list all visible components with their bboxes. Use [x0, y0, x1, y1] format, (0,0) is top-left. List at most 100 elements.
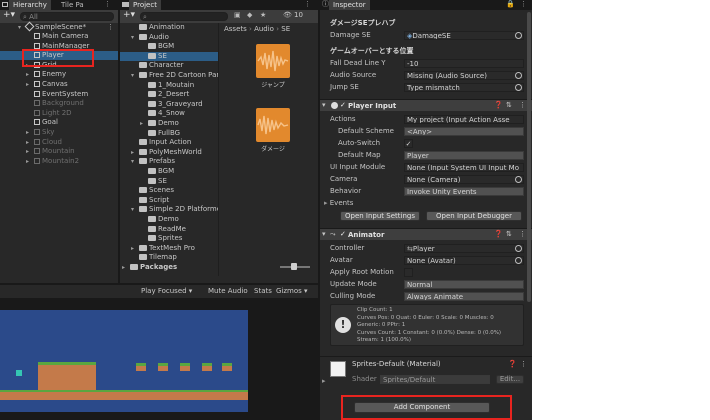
folder-item[interactable]: BGM — [120, 42, 218, 51]
help-icon[interactable]: ❓ — [494, 101, 503, 110]
player-input-header[interactable]: ▾ ✓ Player Input ❓ ⇅ ⋮ — [320, 99, 532, 111]
scene-row[interactable]: ▾ SampleScene* ⋮ — [0, 21, 118, 32]
update-mode-dropdown[interactable]: Normal — [404, 280, 524, 289]
add-icon[interactable]: +▾ — [123, 11, 135, 20]
hierarchy-item[interactable]: ▸ Mountain2 — [0, 157, 118, 166]
folder-item[interactable]: SE — [120, 177, 218, 186]
shader-dropdown[interactable]: Sprites/Default — [380, 375, 490, 384]
tab-hierarchy[interactable]: Hierarchy — [9, 0, 51, 10]
animator-header[interactable]: ▾ ⤳ ✓ Animator ❓ ⇅ ⋮ — [320, 228, 532, 240]
component-menu-icon[interactable]: ⋮ — [519, 230, 526, 239]
folder-item[interactable]: FullBG — [120, 129, 218, 138]
zoom-slider-handle[interactable] — [291, 263, 297, 270]
expand-arrow-icon[interactable]: ▸ — [131, 148, 139, 157]
folder-item[interactable]: Scenes — [120, 186, 218, 195]
tab-tile-palette[interactable]: Tile Pa — [57, 0, 88, 10]
help-icon[interactable]: ❓ — [494, 230, 503, 239]
add-icon[interactable]: +▾ — [3, 11, 15, 20]
hierarchy-item[interactable]: ▸ Canvas — [0, 80, 118, 89]
folder-item[interactable]: 3_Graveyard — [120, 100, 218, 109]
component-menu-icon[interactable]: ⋮ — [520, 360, 527, 369]
folder-item[interactable]: Script — [120, 196, 218, 205]
object-picker-icon[interactable] — [515, 245, 522, 252]
folder-item[interactable]: ReadMe — [120, 225, 218, 234]
stats-toggle[interactable]: Stats — [254, 287, 272, 296]
folder-item[interactable]: ▸ TextMesh Pro — [120, 244, 218, 253]
ui-input-module-field[interactable]: None (Input System UI Input Mo — [404, 163, 524, 172]
folder-item[interactable]: 2_Desert — [120, 90, 218, 99]
expand-arrow-icon[interactable]: ▾ — [131, 205, 139, 214]
tab-project[interactable]: Project — [129, 0, 161, 10]
object-picker-icon[interactable] — [515, 257, 522, 264]
lock-icon[interactable]: 🔒 — [506, 0, 515, 9]
play-focused-dropdown[interactable]: Play Focused ▾ — [141, 287, 192, 296]
hierarchy-item[interactable]: ▸ Cloud — [0, 138, 118, 147]
breadcrumb-assets[interactable]: Assets — [224, 25, 247, 33]
expand-arrow-icon[interactable]: ▸ — [26, 80, 34, 89]
tab-menu-icon[interactable]: ⋮ — [520, 0, 527, 9]
auto-switch-checkbox[interactable]: ✓ — [404, 139, 413, 148]
folder-item[interactable]: Input Action — [120, 138, 218, 147]
filter-type-icon[interactable]: ▣ — [234, 11, 241, 20]
scene-menu-icon[interactable]: ⋮ — [107, 23, 114, 32]
folder-item[interactable]: ▸ PolyMeshWorld — [120, 148, 218, 157]
inspector-scrollbar[interactable] — [527, 12, 531, 302]
expand-arrow-icon[interactable]: ▸ — [26, 128, 34, 137]
hierarchy-item[interactable]: Goal — [0, 118, 118, 127]
enabled-checkbox[interactable]: ✓ — [340, 230, 346, 239]
folder-item[interactable]: Sprites — [120, 234, 218, 243]
object-picker-icon[interactable] — [515, 84, 522, 91]
tab-menu-icon[interactable]: ⋮ — [304, 0, 311, 9]
object-picker-icon[interactable] — [515, 32, 522, 39]
folder-item[interactable]: SE — [120, 51, 218, 61]
folder-item[interactable]: ▸ Demo — [120, 119, 218, 128]
filter-label-icon[interactable]: ◆ — [247, 11, 252, 20]
expand-arrow-icon[interactable]: ▾ — [131, 71, 139, 80]
folder-item[interactable]: ▾ Prefabs — [120, 157, 218, 166]
folder-item[interactable]: ▸ Packages — [120, 263, 218, 272]
audio-source-field[interactable]: Missing (Audio Source) — [404, 71, 524, 80]
preset-icon[interactable]: ⇅ — [506, 101, 512, 110]
hierarchy-item[interactable]: EventSystem — [0, 90, 118, 99]
behavior-dropdown[interactable]: Invoke Unity Events — [404, 187, 524, 196]
folder-item[interactable]: Animation — [120, 23, 218, 32]
fall-dead-line-input[interactable]: -10 — [404, 59, 524, 68]
gizmos-toggle[interactable]: Gizmos ▾ — [276, 287, 308, 296]
help-icon[interactable]: ❓ — [508, 360, 517, 369]
folder-item[interactable]: ▾ Audio — [120, 33, 218, 42]
project-search-input[interactable]: ⌕ — [140, 12, 228, 21]
game-view[interactable] — [0, 310, 248, 412]
default-map-dropdown[interactable]: Player — [404, 151, 524, 160]
audio-asset-damage[interactable]: ダメージ — [254, 108, 292, 156]
expand-arrow-icon[interactable]: ▸ — [26, 138, 34, 147]
jump-se-field[interactable]: Type mismatch — [404, 83, 524, 92]
foldout-arrow-icon[interactable]: ▾ — [322, 101, 326, 110]
avatar-field[interactable]: None (Avatar) — [404, 256, 524, 265]
expand-arrow-icon[interactable]: ▸ — [26, 157, 34, 166]
damage-se-field[interactable]: ◈DamageSE — [404, 31, 524, 40]
tab-inspector[interactable]: Inspector — [329, 0, 370, 10]
controller-field[interactable]: ⇆Player — [404, 244, 524, 253]
open-input-settings-button[interactable]: Open Input Settings — [340, 211, 420, 221]
expand-arrow-icon[interactable]: ▸ — [26, 70, 34, 79]
events-foldout[interactable]: ▸ Events — [324, 199, 353, 208]
folder-item[interactable]: Demo — [120, 215, 218, 224]
open-input-debugger-button[interactable]: Open Input Debugger — [426, 211, 522, 221]
breadcrumb-audio[interactable]: Audio — [254, 25, 274, 33]
expand-arrow-icon[interactable]: ▸ — [26, 147, 34, 156]
actions-field[interactable]: My project (Input Action Asse — [404, 115, 524, 124]
folder-item[interactable]: Character — [120, 61, 218, 70]
breadcrumb-se[interactable]: SE — [281, 25, 290, 33]
preset-icon[interactable]: ⇅ — [506, 230, 512, 239]
mute-audio-toggle[interactable]: Mute Audio — [208, 287, 248, 296]
folder-item[interactable]: BGM — [120, 167, 218, 176]
component-menu-icon[interactable]: ⋮ — [519, 101, 526, 110]
hierarchy-search-input[interactable]: ⌕ All — [20, 12, 114, 21]
edit-shader-button[interactable]: Edit... — [496, 375, 524, 384]
expand-arrow-icon[interactable]: ▸ — [131, 244, 139, 253]
hidden-packages-icon[interactable]: 👁 — [283, 11, 292, 20]
default-scheme-dropdown[interactable]: <Any> — [404, 127, 524, 136]
audio-asset-jump[interactable]: ジャンプ — [254, 44, 292, 92]
folder-item[interactable]: Tilemap — [120, 253, 218, 262]
tab-menu-icon[interactable]: ⋮ — [104, 0, 111, 9]
